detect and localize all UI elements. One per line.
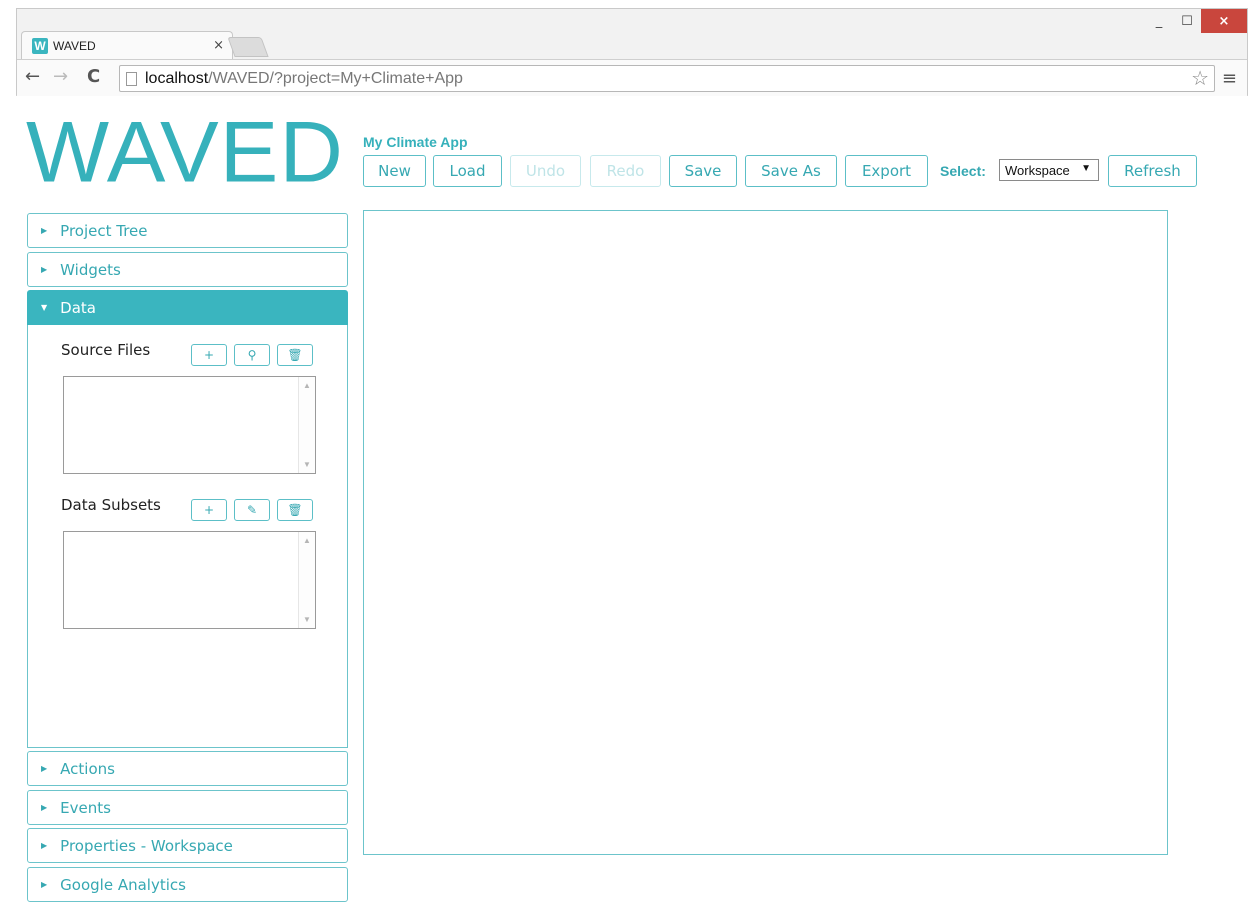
accordion-actions[interactable]: ▶ Actions <box>27 751 348 786</box>
maximize-button[interactable]: ☐ <box>1173 9 1201 33</box>
accordion-google-analytics[interactable]: ▶ Google Analytics <box>27 867 348 902</box>
source-files-label: Source Files <box>61 341 151 359</box>
workspace-select-value: Workspace <box>1005 162 1070 178</box>
accordion-label: Project Tree <box>60 221 148 240</box>
forward-arrow-icon[interactable]: → <box>53 67 68 87</box>
browser-window: _ ☐ × W WAVED × ← → C localhost/WAVED/?p… <box>16 8 1248 96</box>
new-tab-button[interactable] <box>227 37 269 57</box>
add-subset-button[interactable]: + <box>191 499 227 521</box>
new-button[interactable]: New <box>363 155 426 187</box>
delete-source-file-button[interactable]: 🗑 <box>277 344 313 366</box>
pencil-icon: ✎ <box>246 503 258 517</box>
export-button[interactable]: Export <box>845 155 928 187</box>
edit-subset-button[interactable]: ✎ <box>234 499 270 521</box>
project-title: My Climate App <box>363 134 468 150</box>
accordion-data[interactable]: ▼ Data <box>27 290 348 325</box>
source-files-list[interactable]: ▲ ▼ <box>63 376 316 474</box>
redo-button[interactable]: Redo <box>590 155 661 187</box>
accordion-label: Properties - Workspace <box>60 836 233 855</box>
load-button[interactable]: Load <box>433 155 502 187</box>
accordion-properties-workspace[interactable]: ▶ Properties - Workspace <box>27 828 348 863</box>
select-label: Select: <box>940 163 986 179</box>
accordion-label: Google Analytics <box>60 875 186 894</box>
plus-icon: + <box>203 348 215 362</box>
add-source-file-button[interactable]: + <box>191 344 227 366</box>
delete-subset-button[interactable]: 🗑 <box>277 499 313 521</box>
save-as-button[interactable]: Save As <box>745 155 837 187</box>
workspace-select[interactable]: Workspace ▼ <box>999 159 1099 181</box>
triangle-right-icon: ▶ <box>41 764 48 773</box>
scrollbar[interactable]: ▲ ▼ <box>298 532 315 628</box>
browser-menu-icon[interactable]: ≡ <box>1222 68 1237 89</box>
waved-logo: WAVED <box>26 103 344 201</box>
refresh-button[interactable]: Refresh <box>1108 155 1197 187</box>
browser-toolbar: ← → C localhost/WAVED/?project=My+Climat… <box>17 59 1247 96</box>
save-button[interactable]: Save <box>669 155 737 187</box>
data-subsets-label: Data Subsets <box>61 496 161 514</box>
tab-close-icon[interactable]: × <box>213 38 224 53</box>
trash-icon: 🗑 <box>287 503 303 517</box>
scroll-up-icon[interactable]: ▲ <box>303 381 311 390</box>
workspace-canvas[interactable] <box>363 210 1168 855</box>
url-path: /WAVED/?project=My+Climate+App <box>208 69 463 87</box>
close-window-button[interactable]: × <box>1201 9 1247 33</box>
bookmark-star-icon[interactable]: ☆ <box>1191 66 1209 90</box>
accordion-widgets[interactable]: ▶ Widgets <box>27 252 348 287</box>
trash-icon: 🗑 <box>287 348 303 362</box>
triangle-down-icon: ▼ <box>41 303 48 312</box>
back-arrow-icon[interactable]: ← <box>25 67 40 87</box>
accordion-label: Events <box>60 798 111 817</box>
accordion-events[interactable]: ▶ Events <box>27 790 348 825</box>
tab-title: WAVED <box>53 38 96 53</box>
search-icon: ⚲ <box>247 348 257 362</box>
minimize-button[interactable]: _ <box>1145 9 1173 33</box>
scroll-down-icon[interactable]: ▼ <box>303 460 311 469</box>
triangle-right-icon: ▶ <box>41 265 48 274</box>
scrollbar[interactable]: ▲ ▼ <box>298 377 315 473</box>
scroll-down-icon[interactable]: ▼ <box>303 615 311 624</box>
url-host: localhost <box>145 69 209 87</box>
data-panel: Source Files + ⚲ 🗑 ▲ ▼ Data Subsets + ✎ … <box>27 325 348 748</box>
address-bar[interactable]: localhost/WAVED/?project=My+Climate+App <box>119 65 1215 92</box>
window-controls: _ ☐ × <box>1145 9 1247 33</box>
accordion-label: Widgets <box>60 260 121 279</box>
accordion-label: Actions <box>60 759 115 778</box>
data-subsets-list[interactable]: ▲ ▼ <box>63 531 316 629</box>
triangle-right-icon: ▶ <box>41 841 48 850</box>
accordion-label: Data <box>60 298 96 317</box>
waved-favicon-icon: W <box>32 37 48 54</box>
page-icon <box>126 71 137 86</box>
triangle-right-icon: ▶ <box>41 880 48 889</box>
accordion-project-tree[interactable]: ▶ Project Tree <box>27 213 348 248</box>
browser-tab[interactable]: W WAVED × <box>21 31 233 59</box>
triangle-right-icon: ▶ <box>41 226 48 235</box>
undo-button[interactable]: Undo <box>510 155 581 187</box>
triangle-right-icon: ▶ <box>41 803 48 812</box>
dropdown-arrow-icon: ▼ <box>1081 163 1091 174</box>
reload-icon[interactable]: C <box>87 67 100 87</box>
search-source-file-button[interactable]: ⚲ <box>234 344 270 366</box>
plus-icon: + <box>203 503 215 517</box>
scroll-up-icon[interactable]: ▲ <box>303 536 311 545</box>
